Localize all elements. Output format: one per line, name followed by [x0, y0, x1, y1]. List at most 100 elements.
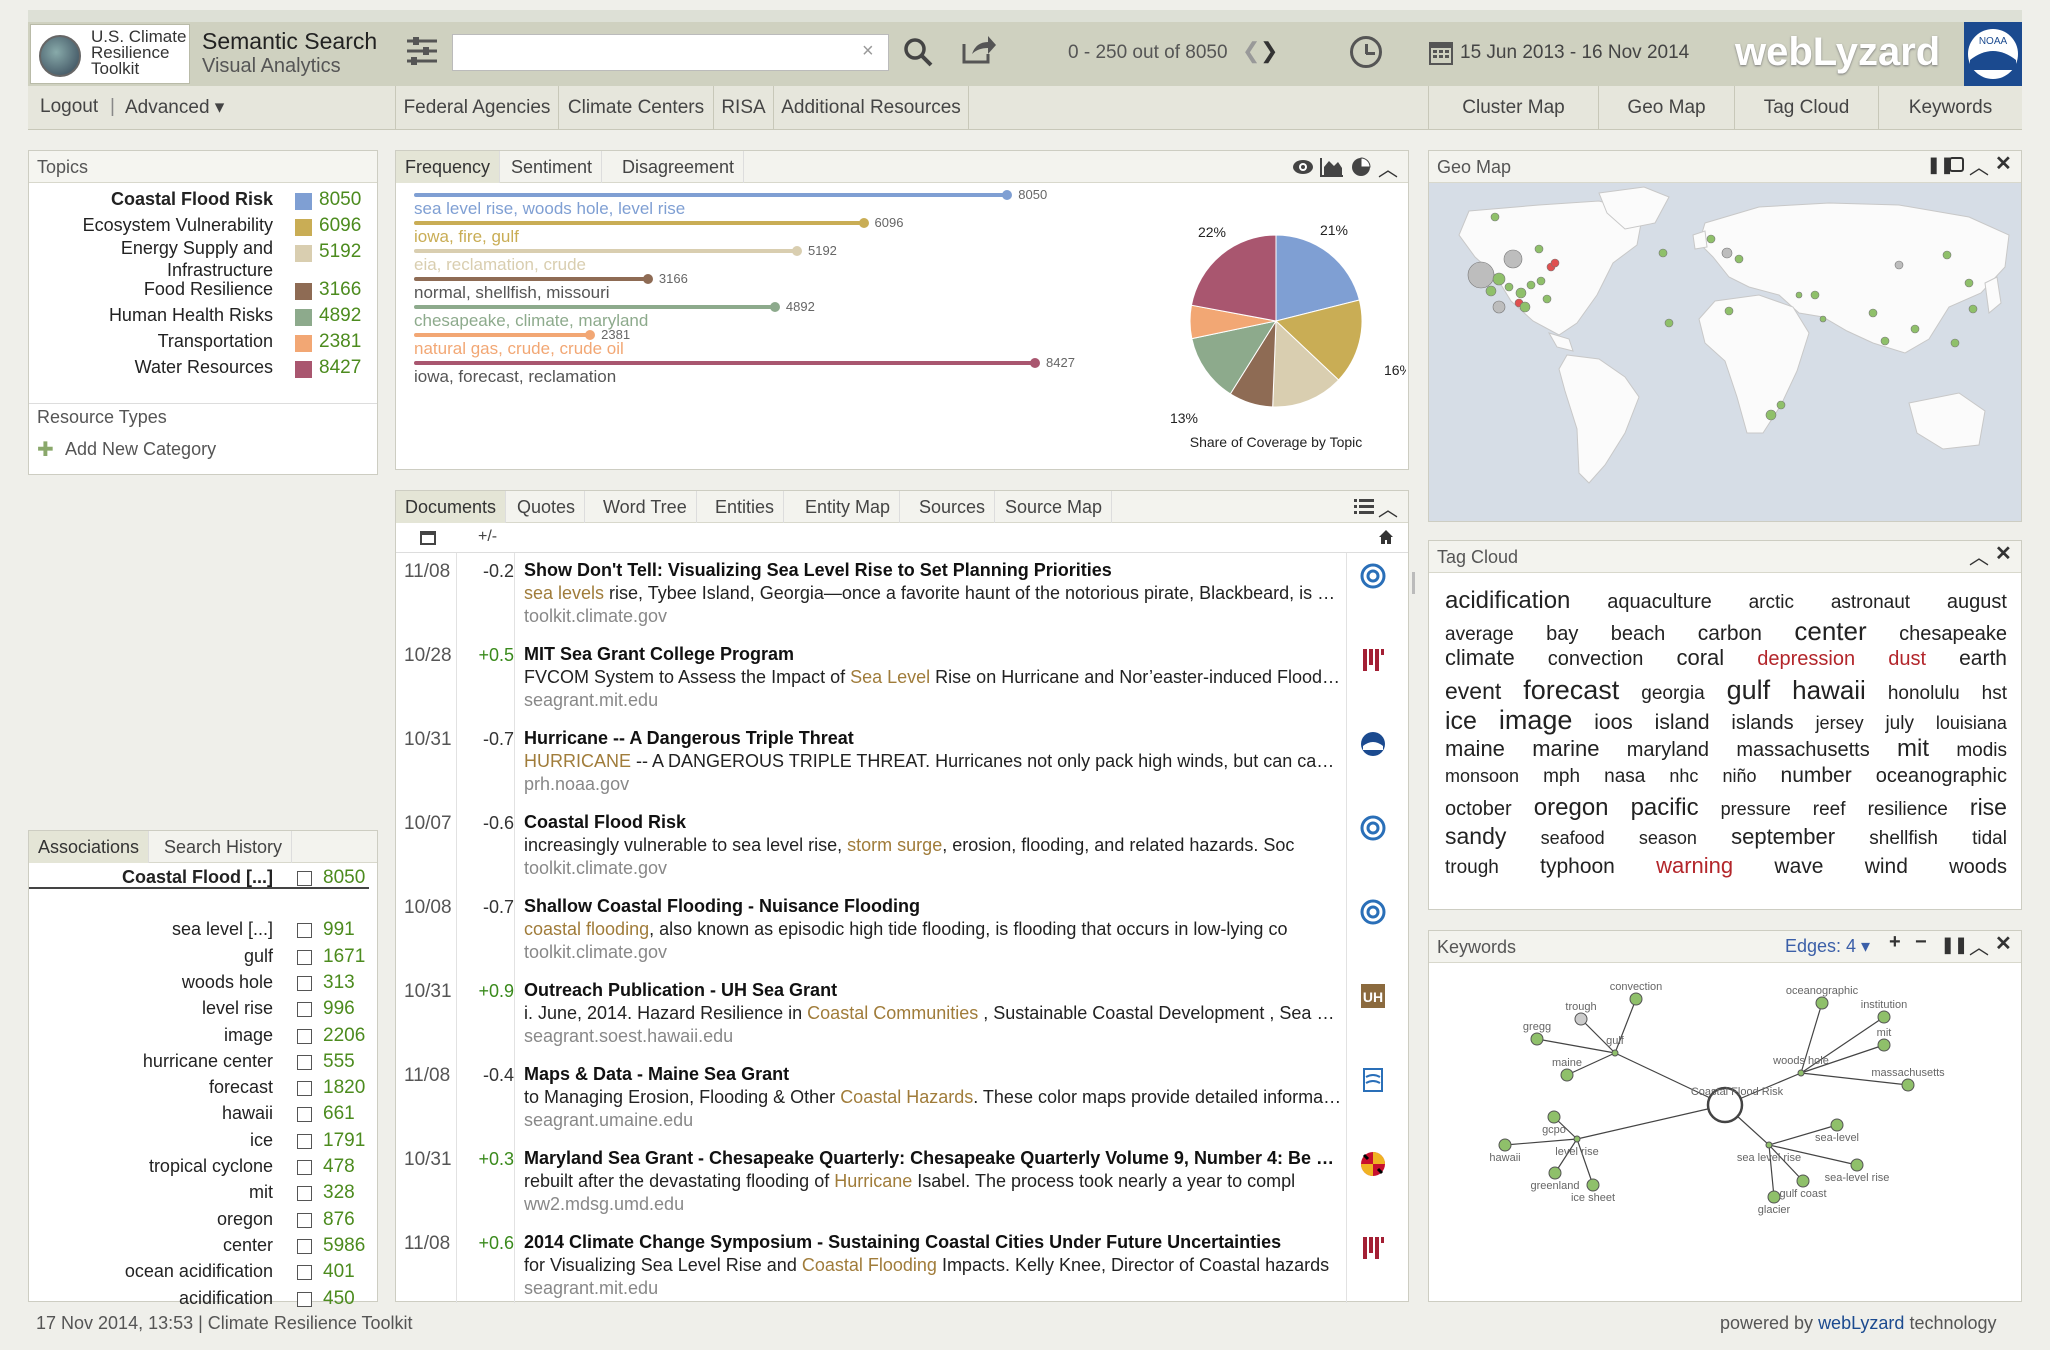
search-icon[interactable] [902, 36, 934, 68]
tag-hst[interactable]: hst [1982, 683, 2007, 705]
tag-depression[interactable]: depression [1757, 648, 1855, 671]
minus-icon[interactable]: − [1915, 931, 1927, 954]
geo-location-dot[interactable] [1942, 250, 1952, 260]
tag-niño[interactable]: niño [1722, 766, 1756, 787]
prev-page-icon[interactable]: ❮ [1242, 38, 1260, 64]
keyword-graph[interactable]: Coastal Flood Risk convection trough gregg m… [1429, 963, 2021, 1301]
tab-word-tree[interactable]: Word Tree [594, 491, 697, 523]
tab-disagreement[interactable]: Disagreement [613, 151, 745, 183]
document-source[interactable]: toolkit.climate.gov [524, 858, 667, 879]
next-page-icon[interactable]: ❯ [1260, 38, 1278, 64]
share-icon[interactable] [960, 34, 996, 66]
document-row[interactable]: 10/31 -0.7 Hurricane -- A Dangerous Triple… [396, 721, 1408, 805]
graph-node[interactable] [1830, 1118, 1844, 1132]
association-row[interactable]: woods hole 313 [29, 970, 369, 996]
topic-row[interactable]: Water Resources 8427 [29, 355, 369, 381]
association-checkbox[interactable] [297, 923, 312, 939]
tag-bay[interactable]: bay [1546, 623, 1578, 646]
geo-location-dot[interactable] [1519, 301, 1531, 313]
association-row[interactable]: acidification 450 [29, 1286, 369, 1312]
frequency-bar[interactable] [414, 249, 796, 253]
graph-node[interactable] [1629, 992, 1643, 1006]
topic-row[interactable]: Energy Supply and Infrastructure 5192 [29, 238, 369, 280]
tag-august[interactable]: august [1947, 591, 2007, 614]
association-checkbox[interactable] [297, 1081, 312, 1097]
association-checkbox[interactable] [297, 1107, 312, 1123]
eye-icon[interactable] [1292, 159, 1314, 175]
advanced-menu[interactable]: Advanced ▾ [125, 96, 224, 119]
tag-trough[interactable]: trough [1445, 857, 1499, 879]
association-checkbox[interactable] [297, 1291, 312, 1307]
tag-astronaut[interactable]: astronaut [1831, 592, 1910, 614]
tag-season[interactable]: season [1639, 828, 1697, 849]
association-row[interactable]: sea level [...] 991 [29, 917, 369, 943]
add-icon[interactable]: ✚ [37, 437, 54, 462]
frequency-bar[interactable] [414, 361, 1034, 365]
document-title[interactable]: Hurricane -- A Dangerous Triple Threat [524, 728, 1344, 749]
tag-maine[interactable]: maine [1445, 736, 1505, 762]
geo-location-dot[interactable] [1492, 272, 1506, 286]
association-checkbox[interactable] [297, 1238, 312, 1254]
association-row[interactable]: gulf 1671 [29, 944, 369, 970]
geo-location-dot[interactable] [1515, 287, 1527, 299]
calendar-icon[interactable] [1428, 38, 1454, 66]
document-row[interactable]: 10/31 +0.9 Outreach Publication - UH Sea G… [396, 973, 1408, 1057]
document-source[interactable]: ww2.mdsg.umd.edu [524, 1194, 684, 1215]
sentiment-sort[interactable]: +/- [478, 528, 497, 546]
geo-location-dot[interactable] [1658, 248, 1668, 258]
frequency-label[interactable]: iowa, forecast, reclamation [414, 367, 616, 387]
tab-quotes[interactable]: Quotes [508, 491, 586, 523]
geo-location-dot[interactable] [1542, 294, 1552, 304]
document-title[interactable]: Maryland Sea Grant - Chesapeake Quarterl… [524, 1148, 1344, 1169]
tag-woods[interactable]: woods [1949, 856, 2007, 879]
tag-mph[interactable]: mph [1543, 766, 1580, 788]
tag-average[interactable]: average [1445, 624, 1514, 646]
document-source[interactable]: seagrant.soest.hawaii.edu [524, 1026, 733, 1047]
graph-node[interactable] [1815, 996, 1829, 1010]
tag-shellfish[interactable]: shellfish [1869, 828, 1938, 850]
close-icon[interactable]: ✕ [1995, 151, 2012, 176]
association-checkbox[interactable] [297, 1002, 312, 1018]
tag-resilience[interactable]: resilience [1868, 799, 1948, 821]
tag-earth[interactable]: earth [1959, 647, 2007, 671]
association-checkbox[interactable] [297, 1160, 312, 1175]
association-checkbox[interactable] [297, 1133, 312, 1149]
tag-pressure[interactable]: pressure [1721, 799, 1791, 820]
area-chart-icon[interactable] [1320, 157, 1344, 177]
association-row[interactable]: hawaii 661 [29, 1101, 369, 1127]
association-row[interactable]: hurricane center 555 [29, 1049, 369, 1075]
tag-beach[interactable]: beach [1611, 623, 1666, 646]
splitter-handle[interactable] [1412, 572, 1415, 594]
calendar-sort-icon[interactable] [420, 529, 436, 545]
tag-reef[interactable]: reef [1813, 799, 1846, 821]
geo-location-dot[interactable] [1776, 400, 1786, 410]
list-view-icon[interactable] [1354, 498, 1374, 516]
association-row[interactable]: Coastal Flood [...] 8050 [29, 865, 369, 889]
document-title[interactable]: Coastal Flood Risk [524, 812, 1344, 833]
tab-sources[interactable]: Sources [910, 491, 996, 523]
tag-georgia[interactable]: georgia [1641, 683, 1704, 705]
graph-node[interactable] [1498, 1138, 1512, 1152]
association-row[interactable]: ice 1791 [29, 1128, 369, 1154]
graph-node[interactable] [1796, 1174, 1810, 1188]
geo-location-dot[interactable] [1664, 318, 1674, 328]
tag-climate[interactable]: climate [1445, 645, 1515, 671]
association-row[interactable]: mit 328 [29, 1180, 369, 1206]
document-title[interactable]: 2014 Climate Change Symposium - Sustaini… [524, 1232, 1344, 1253]
tab-source-map[interactable]: Source Map [996, 491, 1113, 523]
edges-dropdown[interactable]: Edges: 4 ▾ [1785, 936, 1870, 957]
frequency-label[interactable]: iowa, fire, gulf [414, 227, 519, 247]
add-icon[interactable]: + [1889, 931, 1901, 954]
tab-federal-agencies[interactable]: Federal Agencies [395, 86, 558, 130]
tag-seafood[interactable]: seafood [1541, 828, 1605, 849]
tag-rise[interactable]: rise [1970, 794, 2007, 821]
tag-july[interactable]: july [1885, 713, 1914, 735]
document-title[interactable]: Outreach Publication - UH Sea Grant [524, 980, 1344, 1001]
collapse-icon[interactable]: ︿ [1378, 153, 1398, 182]
graph-hub-node[interactable] [1611, 1049, 1619, 1057]
tab-documents[interactable]: Documents [396, 491, 507, 523]
frequency-label[interactable]: normal, shellfish, missouri [414, 283, 610, 303]
date-range[interactable]: 15 Jun 2013 - 16 Nov 2014 [1460, 42, 1689, 64]
frequency-bar[interactable] [414, 277, 647, 281]
tag-september[interactable]: september [1731, 824, 1835, 850]
